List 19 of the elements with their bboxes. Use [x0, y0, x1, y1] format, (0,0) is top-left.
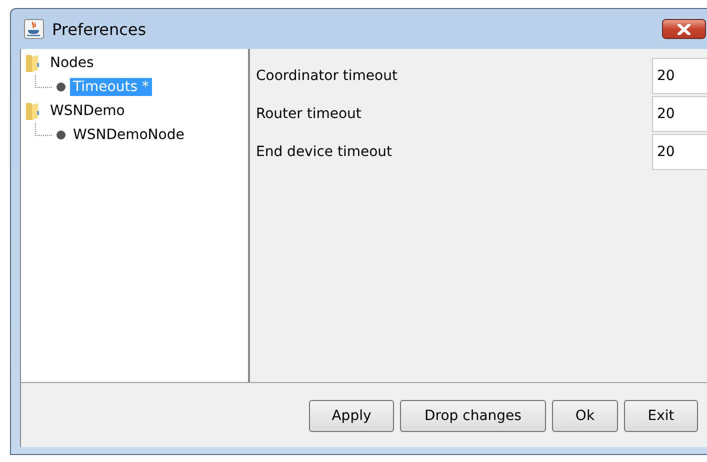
tree-item[interactable]: WSNDemoNode [70, 126, 188, 144]
input-field[interactable]: 20 [652, 134, 707, 170]
window-title: Preferences [52, 20, 146, 38]
input-field[interactable]: 20 [652, 58, 707, 94]
input-field[interactable]: 20 [652, 96, 707, 132]
dialog-button[interactable]: Exit [624, 400, 698, 432]
tree-item[interactable]: Nodes [47, 54, 97, 72]
close-icon [677, 24, 691, 34]
close-button[interactable] [662, 19, 706, 39]
field-label: Coordinator timeout [256, 68, 398, 84]
bullet-icon [56, 130, 66, 140]
coffee-cup-icon [24, 19, 44, 39]
dialog-button[interactable]: Drop changes [400, 400, 546, 432]
dialog-button[interactable]: Apply [309, 400, 394, 432]
field-label: End device timeout [256, 144, 394, 160]
field-label: Router timeout [256, 106, 362, 122]
bullet-icon [56, 82, 66, 92]
tree-item[interactable]: WSNDemo [47, 102, 128, 120]
dialog-button[interactable]: Ok [552, 400, 618, 432]
